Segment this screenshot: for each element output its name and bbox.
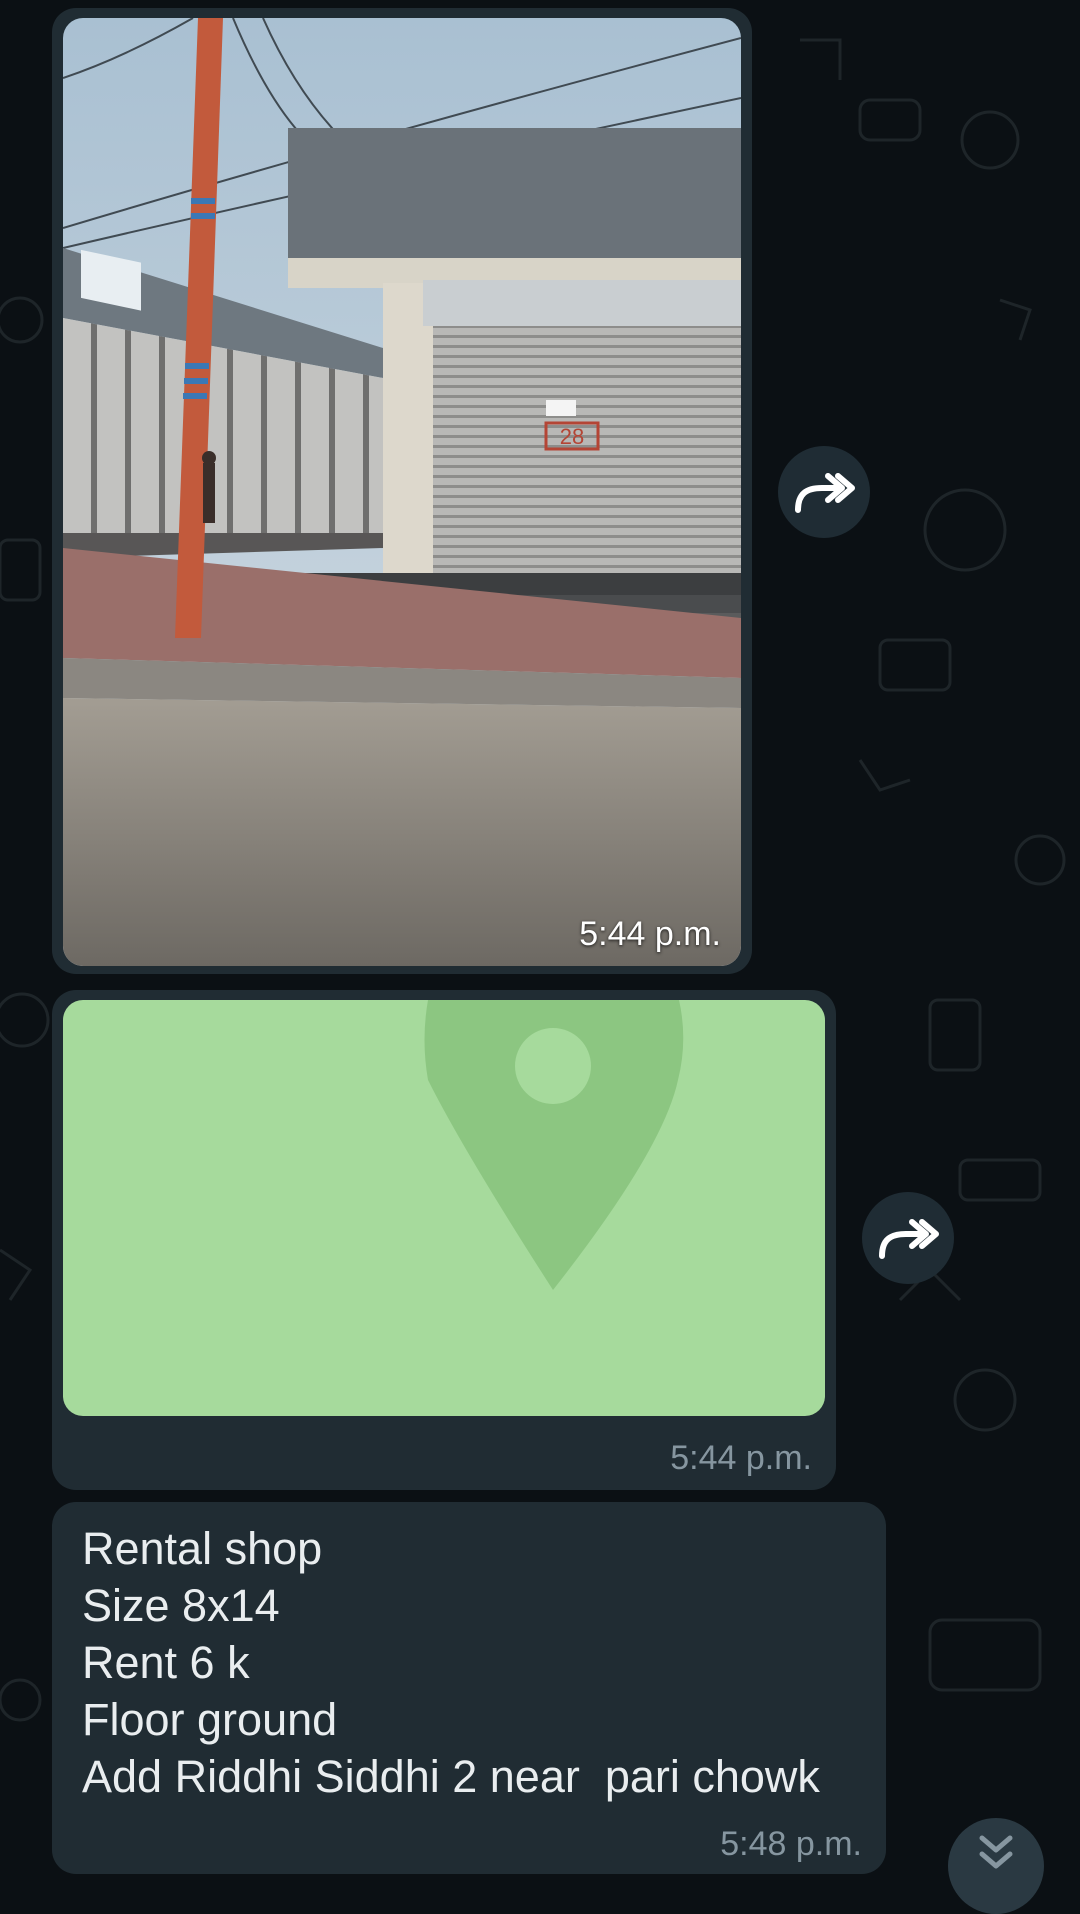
shop-photo-image: 28 [63,18,741,966]
message-line: Rent 6 k [82,1637,250,1688]
message-text: Rental shop Size 8x14 Rent 6 k Floor gro… [82,1520,820,1805]
message-line: Add Riddhi Siddhi 2 near pari chowk [82,1751,820,1802]
message-line: Size 8x14 [82,1580,280,1631]
location-map-preview[interactable] [63,1000,825,1416]
message-timestamp: 5:48 p.m. [720,1825,862,1863]
image-message-bubble[interactable]: 28 5:44 p.m. [52,8,752,974]
double-chevron-down-icon [979,1835,1013,1869]
location-message-bubble[interactable]: 5:44 p.m. [52,990,836,1490]
message-line: Rental shop [82,1523,323,1574]
forward-icon [879,1219,939,1259]
message-timestamp: 5:44 p.m. [670,1439,812,1477]
message-line: Floor ground [82,1694,338,1745]
shop-photo[interactable]: 28 5:44 p.m. [63,18,741,966]
forward-button[interactable] [778,446,870,538]
location-pin-icon [424,1000,684,1290]
forward-button[interactable] [862,1192,954,1284]
message-timestamp: 5:44 p.m. [579,915,721,953]
text-message-bubble[interactable]: Rental shop Size 8x14 Rent 6 k Floor gro… [52,1502,886,1874]
forward-icon [795,473,855,513]
shop-number-sign: 28 [560,424,584,449]
scroll-to-bottom-button[interactable] [948,1818,1044,1914]
